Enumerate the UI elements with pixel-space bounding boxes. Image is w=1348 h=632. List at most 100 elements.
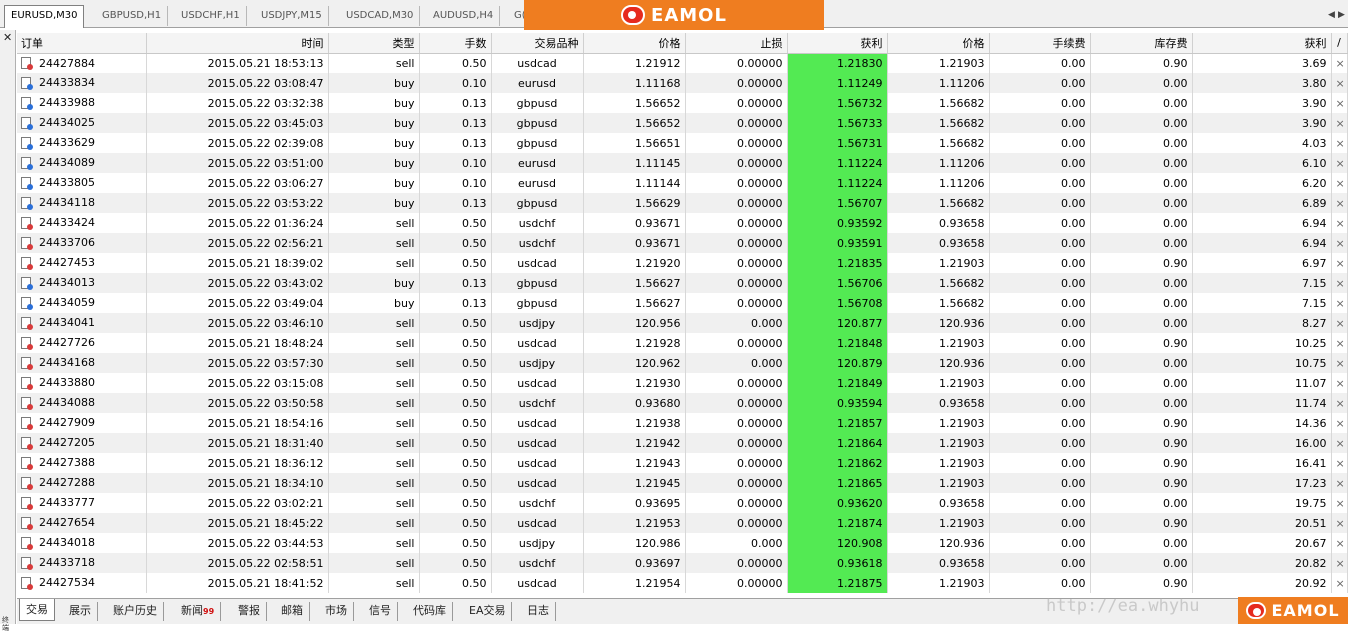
- close-order-icon[interactable]: ×: [1331, 553, 1348, 573]
- cell-stop-loss: 0.00000: [685, 93, 788, 113]
- cell-take-profit: 120.879: [787, 353, 888, 373]
- tab-news[interactable]: 新闻99: [175, 602, 222, 621]
- close-order-icon[interactable]: ×: [1331, 133, 1348, 153]
- close-order-icon[interactable]: ×: [1331, 53, 1348, 73]
- table-row[interactable]: 24433629 2015.05.22 02:39:08 buy 0.13 gbpusd…: [17, 133, 1348, 153]
- close-order-icon[interactable]: ×: [1331, 573, 1348, 593]
- close-order-icon[interactable]: ×: [1331, 233, 1348, 253]
- col-header-ticket[interactable]: 订单: [17, 33, 147, 54]
- table-row[interactable]: 24434018 2015.05.22 03:44:53 sell 0.50 usdjp…: [17, 533, 1348, 553]
- table-row[interactable]: 24427205 2015.05.21 18:31:40 sell 0.50 usdca…: [17, 433, 1348, 453]
- table-row[interactable]: 24434013 2015.05.22 03:43:02 buy 0.13 gbpusd…: [17, 273, 1348, 293]
- chart-tab-3[interactable]: USDJPY,M15: [255, 6, 329, 26]
- cell-lots: 0.50: [419, 373, 492, 393]
- close-order-icon[interactable]: ×: [1331, 473, 1348, 493]
- table-row[interactable]: 24433834 2015.05.22 03:08:47 buy 0.10 eurusd…: [17, 73, 1348, 93]
- col-header-close[interactable]: /: [1331, 33, 1348, 54]
- close-order-icon[interactable]: ×: [1331, 333, 1348, 353]
- close-order-icon[interactable]: ×: [1331, 533, 1348, 553]
- tab-code-base[interactable]: 代码库: [407, 602, 453, 621]
- close-order-icon[interactable]: ×: [1331, 173, 1348, 193]
- table-row[interactable]: 24433718 2015.05.22 02:58:51 sell 0.50 usdch…: [17, 553, 1348, 573]
- cell-stop-loss: 0.00000: [685, 433, 788, 453]
- chart-tab-5[interactable]: AUDUSD,H4: [427, 6, 501, 26]
- table-row[interactable]: 24427534 2015.05.21 18:41:52 sell 0.50 usdca…: [17, 573, 1348, 593]
- close-order-icon[interactable]: ×: [1331, 153, 1348, 173]
- close-order-icon[interactable]: ×: [1331, 213, 1348, 233]
- table-row[interactable]: 24434089 2015.05.22 03:51:00 buy 0.10 eurusd…: [17, 153, 1348, 173]
- col-header-stop-loss[interactable]: 止损: [685, 33, 788, 54]
- table-row[interactable]: 24433880 2015.05.22 03:15:08 sell 0.50 usdca…: [17, 373, 1348, 393]
- close-order-icon[interactable]: ×: [1331, 273, 1348, 293]
- col-header-type[interactable]: 类型: [328, 33, 420, 54]
- table-row[interactable]: 24427726 2015.05.21 18:48:24 sell 0.50 usdca…: [17, 333, 1348, 353]
- table-row[interactable]: 24427453 2015.05.21 18:39:02 sell 0.50 usdca…: [17, 253, 1348, 273]
- table-row[interactable]: 24434059 2015.05.22 03:49:04 buy 0.13 gbpusd…: [17, 293, 1348, 313]
- chart-tab-0[interactable]: EURUSD,M30: [4, 5, 85, 28]
- table-row[interactable]: 24433805 2015.05.22 03:06:27 buy 0.10 eurusd…: [17, 173, 1348, 193]
- close-order-icon[interactable]: ×: [1331, 113, 1348, 133]
- col-header-current-price[interactable]: 价格: [887, 33, 990, 54]
- chart-tab-2[interactable]: USDCHF,H1: [175, 6, 247, 26]
- table-row[interactable]: 24427884 2015.05.21 18:53:13 sell 0.50 usdca…: [17, 53, 1348, 73]
- table-row[interactable]: 24433777 2015.05.22 03:02:21 sell 0.50 usdch…: [17, 493, 1348, 513]
- col-header-open-price[interactable]: 价格: [583, 33, 686, 54]
- close-order-icon[interactable]: ×: [1331, 453, 1348, 473]
- col-header-take-profit[interactable]: 获利: [787, 33, 888, 54]
- close-order-icon[interactable]: ×: [1331, 433, 1348, 453]
- close-icon[interactable]: ✕: [3, 31, 12, 44]
- table-row[interactable]: 24434088 2015.05.22 03:50:58 sell 0.50 usdch…: [17, 393, 1348, 413]
- cell-profit: 20.51: [1192, 513, 1332, 533]
- tab-market[interactable]: 市场: [319, 602, 354, 621]
- table-row[interactable]: 24434118 2015.05.22 03:53:22 buy 0.13 gbpusd…: [17, 193, 1348, 213]
- cell-ticket: 24433424: [17, 213, 147, 233]
- tab-trade[interactable]: 交易: [19, 599, 55, 621]
- close-order-icon[interactable]: ×: [1331, 513, 1348, 533]
- table-row[interactable]: 24433988 2015.05.22 03:32:38 buy 0.13 gbpusd…: [17, 93, 1348, 113]
- table-row[interactable]: 24427388 2015.05.21 18:36:12 sell 0.50 usdca…: [17, 453, 1348, 473]
- cell-current-price: 1.11206: [887, 173, 990, 193]
- tab-alerts[interactable]: 警报: [232, 602, 267, 621]
- cell-lots: 0.50: [419, 513, 492, 533]
- close-order-icon[interactable]: ×: [1331, 373, 1348, 393]
- close-order-icon[interactable]: ×: [1331, 353, 1348, 373]
- col-header-commission[interactable]: 手续费: [989, 33, 1091, 54]
- close-order-icon[interactable]: ×: [1331, 253, 1348, 273]
- col-header-swap[interactable]: 库存费: [1090, 33, 1193, 54]
- tab-scroll-right-icon[interactable]: ▶: [1338, 10, 1345, 20]
- tab-journal[interactable]: 日志: [521, 602, 556, 621]
- table-row[interactable]: 24433706 2015.05.22 02:56:21 sell 0.50 usdch…: [17, 233, 1348, 253]
- tab-mailbox[interactable]: 邮箱: [275, 602, 310, 621]
- chart-tab-4[interactable]: USDCAD,M30: [340, 6, 421, 26]
- brand-corner-logo: EAMOL: [1238, 597, 1348, 624]
- tab-account-history[interactable]: 账户历史: [107, 602, 164, 621]
- col-header-lots[interactable]: 手数: [419, 33, 492, 54]
- close-order-icon[interactable]: ×: [1331, 73, 1348, 93]
- close-order-icon[interactable]: ×: [1331, 293, 1348, 313]
- cell-current-price: 120.936: [887, 353, 990, 373]
- chart-tab-1[interactable]: GBPUSD,H1: [96, 6, 169, 26]
- tab-scroll-left-icon[interactable]: ◀: [1328, 10, 1335, 20]
- table-row[interactable]: 24434041 2015.05.22 03:46:10 sell 0.50 usdjp…: [17, 313, 1348, 333]
- close-order-icon[interactable]: ×: [1331, 413, 1348, 433]
- cell-profit: 20.92: [1192, 573, 1332, 593]
- close-order-icon[interactable]: ×: [1331, 313, 1348, 333]
- col-header-time[interactable]: 时间: [146, 33, 329, 54]
- table-row[interactable]: 24427909 2015.05.21 18:54:16 sell 0.50 usdca…: [17, 413, 1348, 433]
- table-row[interactable]: 24427654 2015.05.21 18:45:22 sell 0.50 usdca…: [17, 513, 1348, 533]
- table-row[interactable]: 24434168 2015.05.22 03:57:30 sell 0.50 usdjp…: [17, 353, 1348, 373]
- col-header-profit[interactable]: 获利: [1192, 33, 1332, 54]
- table-row[interactable]: 24433424 2015.05.22 01:36:24 sell 0.50 usdch…: [17, 213, 1348, 233]
- tab-exposure[interactable]: 展示: [63, 602, 98, 621]
- tab-expert-advisors[interactable]: EA交易: [463, 602, 513, 621]
- table-row[interactable]: 24434025 2015.05.22 03:45:03 buy 0.13 gbpusd…: [17, 113, 1348, 133]
- close-order-icon[interactable]: ×: [1331, 493, 1348, 513]
- close-order-icon[interactable]: ×: [1331, 393, 1348, 413]
- cell-type: sell: [328, 433, 420, 453]
- col-header-symbol[interactable]: 交易品种: [491, 33, 584, 54]
- sell-order-icon: [21, 456, 33, 470]
- table-row[interactable]: 24427288 2015.05.21 18:34:10 sell 0.50 usdca…: [17, 473, 1348, 493]
- close-order-icon[interactable]: ×: [1331, 193, 1348, 213]
- tab-signals[interactable]: 信号: [363, 602, 398, 621]
- close-order-icon[interactable]: ×: [1331, 93, 1348, 113]
